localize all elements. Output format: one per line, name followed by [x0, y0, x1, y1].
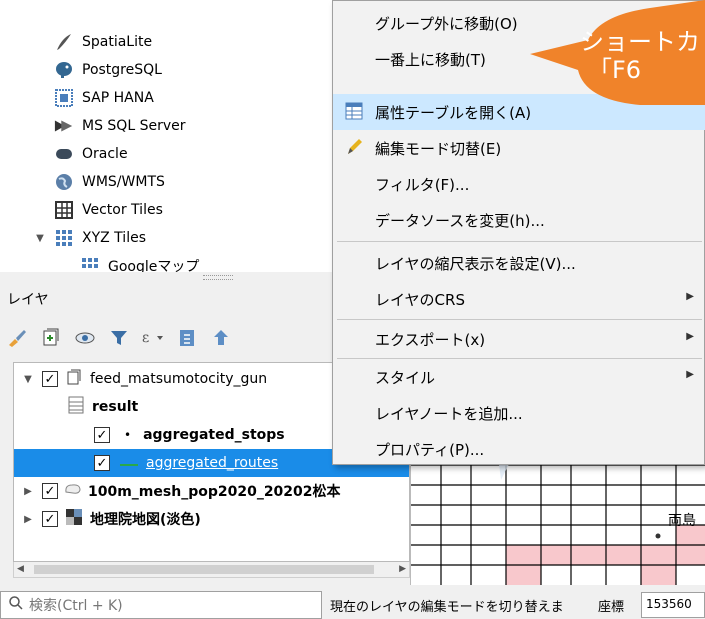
menu-item-set-scale-visibility[interactable]: レイヤの縮尺表示を設定(V)...: [333, 245, 705, 281]
chevron-down-icon[interactable]: ▼: [32, 233, 48, 244]
chevron-right-icon: ▶: [686, 331, 694, 342]
visibility-eye-button[interactable]: [68, 323, 102, 353]
globe-icon: [54, 172, 74, 192]
scrollbar-thumb[interactable]: [34, 565, 374, 574]
menu-separator: [337, 241, 702, 242]
search-icon: [9, 596, 23, 614]
chevron-right-icon: ▶: [686, 291, 694, 302]
chevron-right-icon: ▶: [686, 369, 694, 380]
layer-checkbox[interactable]: ✓: [42, 483, 58, 499]
tiles-icon: [54, 228, 74, 248]
layer-checkbox[interactable]: ✓: [42, 511, 58, 527]
menu-item-add-layer-note[interactable]: レイヤノートを追加...: [333, 395, 705, 431]
layer-label: aggregated_stops: [143, 427, 285, 443]
browser-item-wms[interactable]: WMS/WMTS: [54, 168, 165, 196]
menu-item-filter[interactable]: フィルタ(F)...: [333, 166, 705, 202]
layer-checkbox[interactable]: ✓: [94, 455, 110, 471]
svg-text:ε: ε: [142, 330, 149, 346]
grid-icon: [54, 200, 74, 220]
expression-filter-button[interactable]: ε: [136, 323, 170, 353]
layer-row-gsi-map[interactable]: ▶ ✓ 地理院地図(淡色): [14, 505, 409, 533]
oracle-icon: [54, 144, 74, 164]
browser-item-google-map[interactable]: Googleマップ: [80, 252, 199, 272]
layer-label: feed_matsumotocity_gun: [90, 371, 268, 387]
layer-row-mesh-pop[interactable]: ▶ ✓ 100m_mesh_pop2020_20202松本: [14, 477, 409, 505]
add-group-button[interactable]: [34, 323, 68, 353]
chevron-right-icon[interactable]: ▶: [20, 486, 36, 497]
menu-item-change-datasource[interactable]: データソースを変更(h)...: [333, 202, 705, 238]
menu-item-toggle-editing[interactable]: 編集モード切替(E): [333, 130, 705, 166]
mssql-icon: [54, 116, 74, 136]
chevron-down-icon[interactable]: ▼: [20, 374, 36, 385]
browser-item-spatialite[interactable]: SpatiaLite: [54, 28, 152, 56]
layer-label: 100m_mesh_pop2020_20202松本: [88, 484, 341, 500]
browser-item-postgresql[interactable]: PostgreSQL: [54, 56, 162, 84]
status-message: 現在のレイヤの編集モードを切り替えま: [330, 600, 564, 615]
callout-text: ショートカ 「F6: [580, 28, 700, 84]
scroll-right-icon[interactable]: ▶: [399, 564, 406, 574]
table-icon: [345, 102, 365, 122]
pencil-icon: [345, 138, 365, 158]
menu-item-properties[interactable]: プロパティ(P)...: [333, 431, 705, 467]
point-symbol-icon: •: [124, 428, 132, 442]
menu-separator: [337, 319, 702, 320]
browser-item-oracle[interactable]: Oracle: [54, 140, 128, 168]
filter-button[interactable]: [102, 323, 136, 353]
raster-icon: [66, 509, 82, 529]
map-place-label: 両島: [668, 513, 696, 529]
hana-icon: [54, 88, 74, 108]
search-placeholder: 検索(Ctrl + K): [29, 598, 123, 614]
locator-search-input[interactable]: 検索(Ctrl + K): [0, 591, 322, 619]
elephant-icon: [54, 60, 74, 80]
layer-checkbox[interactable]: ✓: [42, 371, 58, 387]
expand-all-button[interactable]: [170, 323, 204, 353]
layer-label: result: [92, 399, 139, 415]
polygon-icon: [64, 482, 82, 500]
layers-panel-title: レイヤ: [7, 292, 49, 308]
browser-item-xyz-tiles[interactable]: ▼ XYZ Tiles: [32, 224, 146, 252]
layer-checkbox[interactable]: ✓: [94, 427, 110, 443]
layers-toolbar: ε: [0, 320, 238, 356]
menu-item-layer-crs[interactable]: レイヤのCRS ▶: [333, 281, 705, 317]
layer-label: aggregated_routes: [146, 455, 279, 471]
layer-label: 地理院地図(淡色): [90, 512, 201, 528]
menu-item-style[interactable]: スタイル ▶: [333, 359, 705, 395]
group-icon: [66, 368, 82, 390]
style-brush-button[interactable]: [0, 323, 34, 353]
feather-icon: [54, 32, 74, 52]
browser-item-vector-tiles[interactable]: Vector Tiles: [54, 196, 163, 224]
table-icon: [68, 396, 84, 418]
horizontal-scrollbar[interactable]: ◀ ▶: [13, 562, 410, 578]
coordinate-input[interactable]: 153560: [641, 592, 705, 618]
browser-item-sap-hana[interactable]: SAP HANA: [54, 84, 154, 112]
coordinate-label: 座標: [598, 600, 625, 615]
menu-item-export[interactable]: エクスポート(x) ▶: [333, 321, 705, 357]
collapse-all-button[interactable]: [204, 323, 238, 353]
panel-splitter[interactable]: [203, 272, 233, 280]
chevron-right-icon[interactable]: ▶: [20, 514, 36, 525]
scroll-left-icon[interactable]: ◀: [17, 564, 24, 574]
browser-item-mssql[interactable]: MS SQL Server: [54, 112, 185, 140]
line-symbol-icon: [120, 455, 138, 471]
tiles-icon: [80, 256, 100, 272]
